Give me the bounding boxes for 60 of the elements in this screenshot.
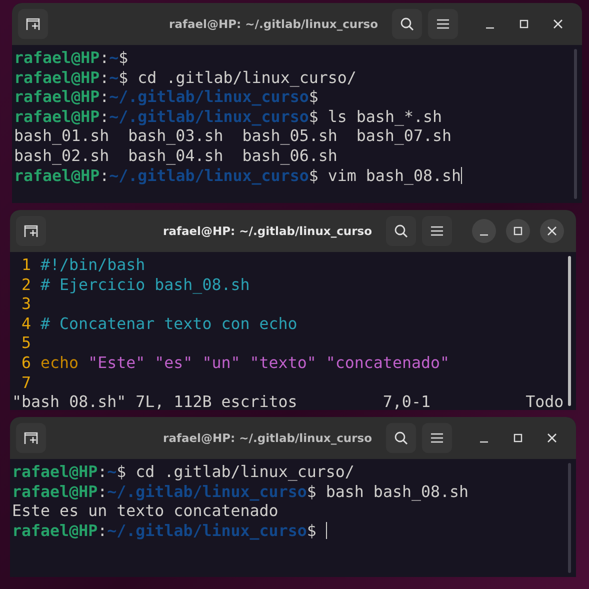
close-icon	[547, 226, 557, 236]
new-tab-icon	[24, 431, 38, 445]
line-number: 7	[20, 372, 32, 392]
terminal-line: rafael@HP:~/.gitlab/linux_curso$ bash bash_08.sh	[12, 482, 469, 502]
line-number: 1	[20, 255, 32, 275]
menu-button[interactable]	[422, 216, 452, 246]
search-button[interactable]	[386, 216, 416, 246]
line-number: 2	[20, 274, 32, 294]
line-number: 4	[20, 314, 32, 334]
terminal-line: rafael@HP:~$ cd .gitlab/linux_curso/	[12, 462, 354, 482]
line-number: 5	[20, 333, 32, 353]
terminal-line: rafael@HP:~$	[14, 48, 128, 68]
search-button[interactable]	[386, 423, 416, 453]
cursor-position: 7,0-1	[382, 392, 432, 410]
minimize-icon	[480, 234, 488, 236]
code-line: #!/bin/bash	[40, 255, 146, 275]
window-title: rafael@HP: ~/.gitlab/linux_curso	[163, 431, 372, 445]
close-icon	[547, 433, 557, 443]
terminal-line: Este es un texto concatenado	[12, 501, 278, 521]
code-line: # Ejercicio bash_08.sh	[40, 274, 250, 294]
status-message: "bash_08.sh" 7L, 112B escritos	[12, 392, 298, 410]
menu-icon	[437, 19, 449, 29]
search-icon	[394, 431, 408, 445]
new-tab-button[interactable]	[18, 9, 48, 39]
search-button[interactable]	[392, 9, 422, 39]
window-title: rafael@HP: ~/.gitlab/linux_curso	[169, 17, 378, 31]
menu-button[interactable]	[422, 423, 452, 453]
scrollbar[interactable]	[568, 256, 571, 406]
minimize-icon	[480, 441, 488, 443]
new-tab-button[interactable]	[16, 216, 46, 246]
scrollbar[interactable]	[568, 463, 571, 573]
terminal-line: rafael@HP:~/.gitlab/linux_curso$ vim bash_08.sh	[14, 166, 462, 186]
maximize-button[interactable]	[506, 219, 530, 243]
menu-icon	[431, 433, 443, 443]
menu-button[interactable]	[428, 9, 458, 39]
code-line: # Concatenar texto con echo	[40, 314, 298, 334]
terminal-line: rafael@HP:~$ cd .gitlab/linux_curso/	[14, 68, 356, 88]
maximize-icon	[519, 19, 529, 29]
minimize-icon	[486, 27, 494, 29]
new-tab-icon	[26, 17, 40, 31]
new-tab-icon	[24, 224, 38, 238]
close-icon	[553, 19, 563, 29]
terminal-line: bash_01.sh bash_03.sh bash_05.sh bash_07.sh	[14, 126, 452, 146]
scroll-position: Todo	[526, 392, 564, 410]
terminal-line: rafael@HP:~/.gitlab/linux_curso$ ls bash_*.sh	[14, 106, 442, 126]
maximize-icon	[513, 433, 523, 443]
code-line: echo "Este" "es" "un" "texto" "concatenado"	[40, 352, 450, 373]
terminal-line: bash_02.sh bash_04.sh bash_06.sh	[14, 146, 338, 166]
terminal-line: rafael@HP:~/.gitlab/linux_curso$	[12, 520, 327, 540]
terminal-line: rafael@HP:~/.gitlab/linux_curso$	[14, 87, 318, 107]
search-icon	[394, 224, 408, 238]
close-button[interactable]	[540, 219, 564, 243]
line-number: 3	[20, 294, 32, 314]
maximize-icon	[513, 226, 523, 236]
menu-icon	[431, 226, 443, 236]
line-number: 6	[20, 352, 32, 373]
new-tab-button[interactable]	[16, 423, 46, 453]
search-icon	[400, 17, 414, 31]
scrollbar[interactable]	[574, 49, 577, 199]
window-title: rafael@HP: ~/.gitlab/linux_curso	[163, 224, 372, 238]
